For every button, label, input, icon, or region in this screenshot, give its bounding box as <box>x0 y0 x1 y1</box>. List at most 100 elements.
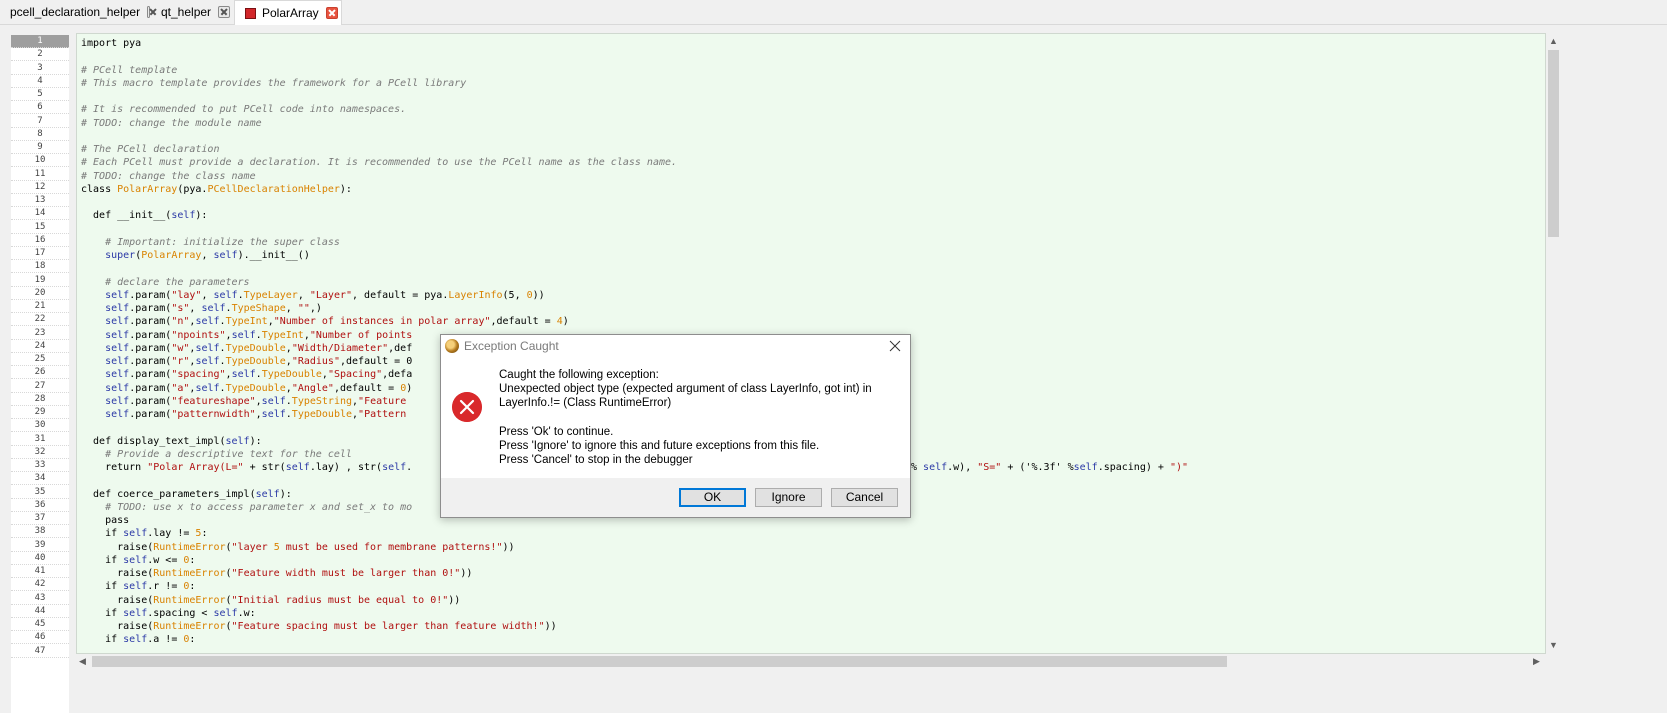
code-line: # TODO: change the class name <box>81 170 256 182</box>
code-line: # Each PCell must provide a declaration.… <box>81 157 678 169</box>
line-number: 24 <box>11 340 69 353</box>
code-line: class PolarArray(pya.PCellDeclarationHel… <box>81 183 352 195</box>
dialog-body: Caught the following exception: Unexpect… <box>441 357 910 478</box>
dialog-message-line: Press 'Cancel' to stop in the debugger <box>499 454 693 466</box>
horizontal-scroll-thumb[interactable] <box>92 656 1227 667</box>
tab-polararray[interactable]: PolarArray <box>234 0 342 25</box>
scroll-up-icon[interactable]: ▲ <box>1549 36 1558 46</box>
line-number: 15 <box>11 221 69 234</box>
scroll-down-icon[interactable]: ▼ <box>1549 640 1558 650</box>
line-number: 36 <box>11 499 69 512</box>
horizontal-scrollbar[interactable]: ◀ ▶ <box>76 654 1546 669</box>
line-number: 12 <box>11 181 69 194</box>
macro-icon <box>245 7 256 19</box>
dialog-title: Exception Caught <box>464 339 559 353</box>
line-number: 29 <box>11 406 69 419</box>
code-line: raise(RuntimeError("Initial radius must … <box>81 594 461 606</box>
code-line: self.param("a",self.TypeDouble,"Angle",d… <box>105 382 413 394</box>
code-line: self.param("n",self.TypeInt,"Number of i… <box>105 316 569 328</box>
close-icon[interactable] <box>886 337 904 355</box>
close-tab-icon[interactable] <box>147 6 150 18</box>
line-number: 13 <box>11 194 69 207</box>
line-number: 33 <box>11 459 69 472</box>
line-number: 22 <box>11 313 69 327</box>
line-number: 46 <box>11 631 69 645</box>
line-number: 47 <box>11 645 69 658</box>
vertical-scrollbar[interactable]: ▲ ▼ <box>1546 33 1561 654</box>
tab-qt-helper[interactable]: qt_helper <box>151 0 233 24</box>
code-line: if self.a != 0: <box>81 634 196 646</box>
line-number: 2 <box>11 48 69 62</box>
line-number: 35 <box>11 486 69 499</box>
line-number: 37 <box>11 512 69 525</box>
line-number: 45 <box>11 618 69 631</box>
code-line: self.param("spacing",self.TypeDouble,"Sp… <box>105 369 413 381</box>
code-line: if self.lay != 5: <box>81 528 208 540</box>
code-line: return "Polar Array(L=" + str(self.lay) … <box>81 462 413 473</box>
line-number: 34 <box>11 472 69 486</box>
line-number: 42 <box>11 578 69 592</box>
code-line: self.param("featureshape",self.TypeStrin… <box>105 395 407 407</box>
code-line: super(PolarArray, self).__init__() <box>105 250 310 261</box>
scroll-left-icon[interactable]: ◀ <box>79 656 86 666</box>
code-line: # The PCell declaration <box>81 144 220 155</box>
line-number: 41 <box>11 565 69 578</box>
line-number: 19 <box>11 274 69 287</box>
close-tab-icon[interactable] <box>218 6 231 18</box>
code-line: self.param("r",self.TypeDouble,"Radius",… <box>105 356 413 367</box>
line-number: 5 <box>11 88 69 101</box>
line-number: 25 <box>11 353 69 366</box>
code-line: # PCell template <box>81 64 178 76</box>
ignore-button[interactable]: Ignore <box>755 488 822 507</box>
line-number: 26 <box>11 366 69 380</box>
code-line: # Provide a descriptive text for the cel… <box>81 448 352 460</box>
tab-label: pcell_declaration_helper <box>10 5 141 19</box>
line-number: 20 <box>11 287 69 300</box>
code-line: # TODO: use x to access parameter x and … <box>81 501 413 513</box>
code-line: self.param("lay", self.TypeLayer, "Layer… <box>105 289 545 301</box>
tab-label: PolarArray <box>262 6 319 20</box>
code-line-fragment: % self.w), "S=" + ('%.3f' %self.spacing)… <box>911 462 1188 473</box>
dialog-message-line: Press 'Ignore' to ignore this and future… <box>499 440 820 452</box>
line-number: 14 <box>11 207 69 221</box>
cancel-button[interactable]: Cancel <box>831 488 898 507</box>
dialog-message-line: LayerInfo.!= (Class RuntimeError) <box>499 397 672 409</box>
line-number: 21 <box>11 300 69 313</box>
line-number: 43 <box>11 592 69 605</box>
line-number: 28 <box>11 393 69 406</box>
scroll-right-icon[interactable]: ▶ <box>1533 656 1540 666</box>
line-number: 27 <box>11 380 69 393</box>
dialog-message-line: Press 'Ok' to continue. <box>499 426 614 438</box>
dialog-message-line: Caught the following exception: <box>499 369 659 381</box>
code-line: def coerce_parameters_impl(self): <box>81 488 292 500</box>
dialog-title-bar[interactable]: Exception Caught <box>441 335 910 357</box>
line-number: 9 <box>11 141 69 154</box>
code-line: if self.w <= 0: <box>81 554 196 566</box>
app-icon <box>445 339 459 353</box>
code-line: import pya <box>81 38 142 49</box>
line-number: 44 <box>11 605 69 618</box>
code-line: if self.r != 0: <box>81 581 196 593</box>
line-number: 31 <box>11 433 69 446</box>
code-line: def __init__(self): <box>81 210 208 222</box>
line-number: 1 <box>11 35 69 48</box>
code-line: def display_text_impl(self): <box>81 435 262 447</box>
code-line: raise(RuntimeError("Feature spacing must… <box>81 621 557 632</box>
code-line: # TODO: change the module name <box>81 117 262 129</box>
tab-bar: pcell_declaration_helper qt_helper Polar… <box>0 0 1667 25</box>
code-line: pass <box>81 515 130 526</box>
line-number: 38 <box>11 525 69 539</box>
vertical-scroll-thumb[interactable] <box>1548 50 1559 237</box>
code-line: # It is recommended to put PCell code in… <box>81 104 407 116</box>
close-tab-icon[interactable] <box>325 7 338 19</box>
ok-button[interactable]: OK <box>679 488 746 507</box>
code-line: # declare the parameters <box>81 276 250 288</box>
code-line: self.param("s", self.TypeShape, "",) <box>105 303 322 314</box>
line-number-gutter: 1 2 3 4 5 6 7 8 9 10 11 12 13 14 15 16 17 18 19 20 21 22 23 24 2… <box>11 35 69 713</box>
code-line: self.param("w",self.TypeDouble,"Width/Di… <box>105 342 413 354</box>
dialog-message-line: Unexpected object type (expected argumen… <box>499 383 872 395</box>
code-line: # This macro template provides the frame… <box>81 77 467 89</box>
line-number: 7 <box>11 115 69 128</box>
line-number: 4 <box>11 75 69 88</box>
tab-pcell-declaration-helper[interactable]: pcell_declaration_helper <box>0 0 150 24</box>
